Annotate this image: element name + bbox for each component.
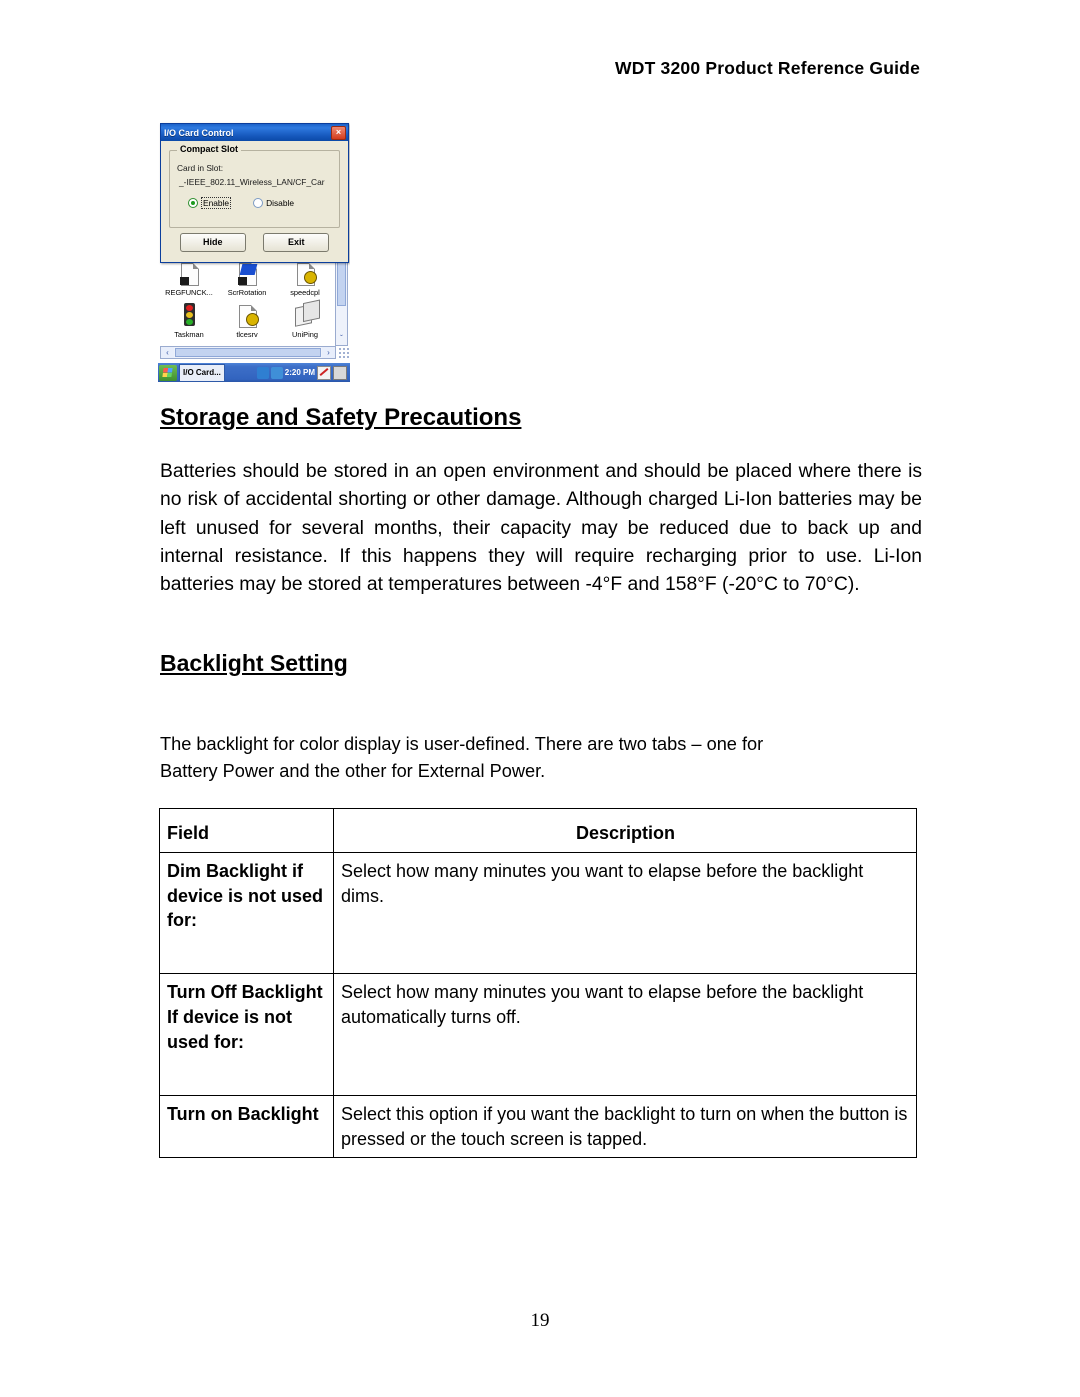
scroll-right-arrow-icon[interactable]: › (322, 347, 335, 358)
exit-button[interactable]: Exit (263, 233, 330, 252)
close-icon[interactable]: × (331, 125, 346, 140)
desktop-icon-regfunck[interactable]: REGFUNCK... (160, 261, 218, 297)
horizontal-scrollbar[interactable]: ‹ › (160, 346, 336, 359)
stylus-icon[interactable] (317, 365, 331, 380)
desktop-icon-scrrotation[interactable]: ScrRotation (218, 261, 276, 297)
horizontal-scrollbar-thumb[interactable] (175, 348, 321, 357)
radio-enable[interactable]: Enable (188, 197, 232, 209)
table-row: Dim Backlight if device is not used for:… (159, 851, 917, 975)
enable-disable-radio-group: Enable Disable (188, 197, 294, 209)
device-screenshot-figure: REGFUNCK... ScrRotation speedcpl Taskman (158, 118, 350, 382)
table-row: Turn on Backlight Select this option if … (159, 1094, 917, 1159)
card-in-slot-value: _-IEEE_802.11_Wireless_LAN/CF_Car (179, 177, 325, 187)
table-cell-description: Select this option if you want the backl… (333, 1094, 917, 1159)
desktop-icon-label: tlcesrv (236, 331, 258, 340)
backlight-settings-table: Field Description Dim Backlight if devic… (159, 808, 917, 1159)
radio-disable[interactable]: Disable (253, 198, 294, 208)
network-icon[interactable] (256, 366, 269, 379)
table-header-field: Field (159, 808, 334, 853)
table-header-row: Field Description (159, 808, 917, 853)
vertical-scrollbar-thumb[interactable] (337, 260, 346, 306)
scroll-down-arrow-icon[interactable]: ˇ (337, 334, 346, 344)
section-heading-backlight: Backlight Setting (160, 650, 348, 676)
stacked-sheets-icon (292, 303, 318, 329)
desktop-icon-speedcpl[interactable]: speedcpl (276, 261, 334, 297)
vertical-scrollbar[interactable]: ˇ (335, 258, 348, 346)
device-desktop: REGFUNCK... ScrRotation speedcpl Taskman (158, 118, 350, 382)
resize-grip-icon[interactable] (338, 347, 349, 358)
start-button-icon[interactable] (159, 364, 177, 381)
desktop-icon-grid: REGFUNCK... ScrRotation speedcpl Taskman (160, 261, 336, 345)
desktop-icon-label: speedcpl (290, 289, 320, 297)
desktop-icon-uniping[interactable]: UniPing (276, 303, 334, 339)
radio-enable-label: Enable (201, 197, 232, 209)
taskbar-clock: 2:20 PM (284, 368, 315, 377)
radio-disable-label: Disable (266, 198, 295, 208)
radio-unselected-icon (253, 198, 264, 208)
traffic-light-icon (176, 303, 202, 329)
dialog-title-bar[interactable]: I/O Card Control × (161, 124, 348, 141)
compact-slot-legend: Compact Slot (177, 144, 242, 154)
printer-icon[interactable] (333, 365, 347, 380)
page-number: 19 (530, 1310, 550, 1331)
desktop-icon-label: REGFUNCK... (165, 289, 213, 297)
desktop-icon-label: ScrRotation (227, 289, 267, 297)
dialog-button-row: Hide Exit (171, 233, 338, 252)
taskbar-item-io-card[interactable]: I/O Card... (179, 363, 225, 382)
screen-rotation-icon (234, 261, 260, 287)
application-file-icon (176, 261, 202, 287)
table-row: Turn Off Backlight If device is not used… (159, 973, 917, 1096)
table-cell-field: Turn on Backlight (159, 1094, 334, 1159)
desktop-icon-label: Taskman (174, 331, 204, 340)
table-cell-description: Select how many minutes you want to elap… (333, 973, 917, 1096)
table-header-description: Description (333, 808, 917, 853)
desktop-icon-taskman[interactable]: Taskman (160, 303, 218, 339)
section-body-backlight: The backlight for color display is user-… (160, 734, 764, 782)
page-header: WDT 3200 Product Reference Guide (615, 58, 920, 78)
dialog-title-text: I/O Card Control (164, 127, 234, 138)
section-body-storage: Batteries should be stored in an open en… (160, 461, 922, 596)
table-cell-field: Turn Off Backlight If device is not used… (159, 973, 334, 1096)
desktop-icon-tlcesrv[interactable]: tlcesrv (218, 303, 276, 339)
card-in-slot-label: Card in Slot: (177, 163, 224, 173)
hide-button[interactable]: Hide (179, 233, 246, 252)
compact-slot-group: Compact Slot Card in Slot: _-IEEE_802.11… (169, 144, 340, 228)
device-taskbar: I/O Card... 2:20 PM (158, 363, 350, 382)
io-card-control-dialog: I/O Card Control × Compact Slot Card in … (160, 123, 349, 263)
desktop-icon-label: UniPing (292, 331, 318, 340)
dialog-body: Compact Slot Card in Slot: _-IEEE_802.11… (161, 141, 348, 262)
system-tray: 2:20 PM (256, 365, 349, 380)
document-gear-icon (234, 303, 260, 329)
scroll-left-arrow-icon[interactable]: ‹ (161, 347, 174, 358)
radio-selected-icon (188, 198, 198, 208)
speed-control-panel-icon (292, 261, 318, 287)
section-heading-storage: Storage and Safety Precautions (160, 404, 522, 431)
table-cell-description: Select how many minutes you want to elap… (333, 851, 917, 975)
table-cell-field: Dim Backlight if device is not used for: (159, 851, 334, 975)
network-activity-icon[interactable] (270, 366, 283, 379)
